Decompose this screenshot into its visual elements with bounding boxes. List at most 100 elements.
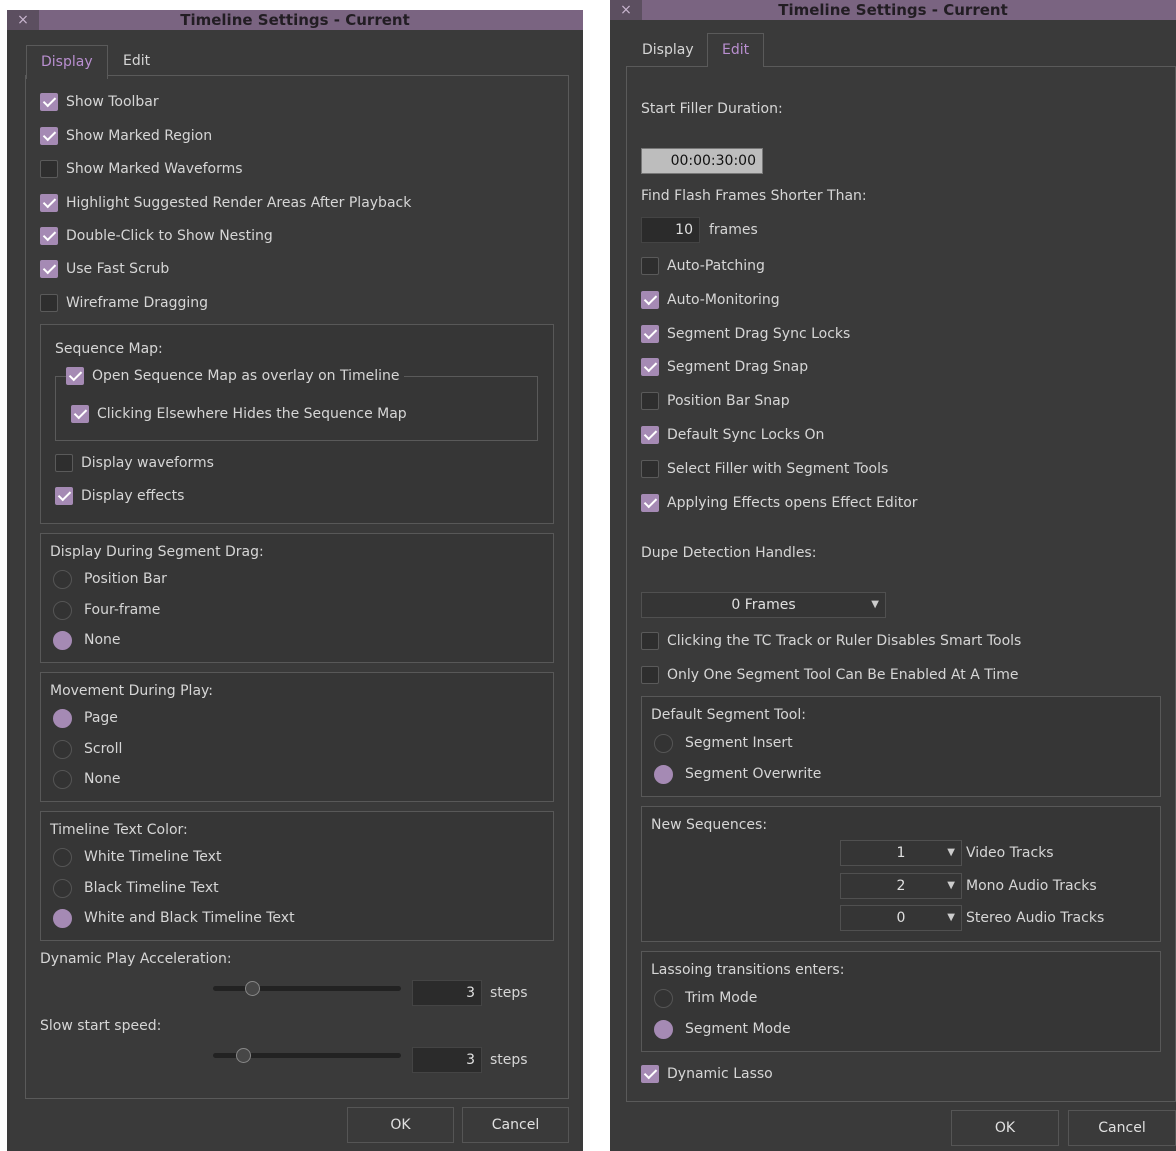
window-title: Timeline Settings - Current: [7, 10, 583, 30]
radio-page[interactable]: Page: [53, 707, 118, 729]
select-value: 2: [896, 878, 906, 894]
flash-frames-field[interactable]: 10: [641, 217, 700, 243]
position-bar-snap-checkbox[interactable]: Position Bar Snap: [641, 390, 790, 412]
checkbox-icon: [641, 632, 659, 650]
one-segment-tool-checkbox[interactable]: Only One Segment Tool Can Be Enabled At …: [641, 664, 1019, 686]
checkbox-label: Double-Click to Show Nesting: [66, 228, 273, 244]
radio-label: White Timeline Text: [84, 849, 222, 865]
ok-button[interactable]: OK: [951, 1110, 1059, 1146]
checkbox-label: Open Sequence Map as overlay on Timeline: [92, 368, 400, 384]
text-color-title: Timeline Text Color:: [50, 822, 188, 838]
close-icon[interactable]: ×: [7, 10, 39, 30]
flash-frames-unit: frames: [709, 222, 758, 238]
segment-drag-snap-checkbox[interactable]: Segment Drag Snap: [641, 356, 808, 378]
display-effects-checkbox[interactable]: Display effects: [55, 485, 184, 507]
double-click-nesting-checkbox[interactable]: Double-Click to Show Nesting: [40, 225, 273, 247]
tab-edit[interactable]: Edit: [707, 33, 765, 67]
checkbox-icon: [40, 160, 58, 178]
checkbox-label: Clicking Elsewhere Hides the Sequence Ma…: [97, 406, 407, 422]
show-toolbar-checkbox[interactable]: Show Toolbar: [40, 91, 159, 113]
checkbox-label: Auto-Monitoring: [667, 292, 780, 308]
start-filler-timecode-field[interactable]: 00:00:30:00: [641, 148, 763, 174]
checkbox-icon: [641, 291, 659, 309]
radio-label: Scroll: [84, 741, 123, 757]
hides-sequence-map-checkbox[interactable]: Clicking Elsewhere Hides the Sequence Ma…: [71, 403, 407, 425]
radio-black-text[interactable]: Black Timeline Text: [53, 877, 219, 899]
slow-start-steps-field[interactable]: 3: [412, 1047, 482, 1073]
dynamic-play-label: Dynamic Play Acceleration:: [40, 951, 232, 967]
dropdown-arrow-icon: ▼: [871, 599, 879, 610]
slow-start-unit: steps: [490, 1052, 528, 1068]
tab-edit[interactable]: Edit: [109, 45, 164, 79]
mono-audio-tracks-select[interactable]: 2 ▼: [840, 873, 962, 899]
show-marked-waveforms-checkbox[interactable]: Show Marked Waveforms: [40, 158, 243, 180]
radio-scroll[interactable]: Scroll: [53, 738, 122, 760]
select-value: 1: [896, 845, 906, 861]
radio-icon: [654, 733, 673, 753]
radio-icon: [53, 908, 72, 928]
dynamic-lasso-checkbox[interactable]: Dynamic Lasso: [641, 1063, 773, 1085]
sequence-map-title: Sequence Map:: [55, 341, 163, 357]
stereo-audio-tracks-select[interactable]: 0 ▼: [840, 905, 962, 931]
checkbox-label: Use Fast Scrub: [66, 261, 170, 277]
radio-icon: [654, 1019, 673, 1039]
checkbox-icon: [40, 227, 58, 245]
checkbox-label: Applying Effects opens Effect Editor: [667, 495, 918, 511]
checkbox-label: Auto-Patching: [667, 258, 765, 274]
checkbox-label: Dynamic Lasso: [667, 1066, 773, 1082]
radio-segment-mode[interactable]: Segment Mode: [654, 1018, 791, 1040]
radio-icon: [53, 847, 72, 867]
display-waveforms-checkbox[interactable]: Display waveforms: [55, 452, 214, 474]
checkbox-label: Display waveforms: [81, 455, 214, 471]
cancel-button[interactable]: Cancel: [462, 1107, 569, 1143]
checkbox-icon: [55, 487, 73, 505]
segment-drag-sync-locks-checkbox[interactable]: Segment Drag Sync Locks: [641, 323, 850, 345]
checkbox-icon: [641, 460, 659, 478]
radio-position-bar[interactable]: Position Bar: [53, 568, 167, 590]
ok-button[interactable]: OK: [347, 1107, 454, 1143]
dynamic-play-slider-knob[interactable]: [245, 981, 260, 996]
radio-icon: [654, 988, 673, 1008]
dynamic-play-slider[interactable]: [213, 986, 401, 991]
radio-trim-mode[interactable]: Trim Mode: [654, 987, 757, 1009]
radio-segment-insert[interactable]: Segment Insert: [654, 732, 793, 754]
radio-none-drag[interactable]: None: [53, 629, 121, 651]
auto-monitoring-checkbox[interactable]: Auto-Monitoring: [641, 289, 780, 311]
radio-label: Segment Insert: [685, 735, 793, 751]
radio-label: None: [84, 771, 121, 787]
slow-start-slider-knob[interactable]: [236, 1048, 251, 1063]
radio-white-black-text[interactable]: White and Black Timeline Text: [53, 907, 295, 929]
cancel-button[interactable]: Cancel: [1068, 1110, 1176, 1146]
radio-white-text[interactable]: White Timeline Text: [53, 846, 221, 868]
effects-opens-editor-checkbox[interactable]: Applying Effects opens Effect Editor: [641, 492, 918, 514]
radio-none-movement[interactable]: None: [53, 768, 121, 790]
radio-four-frame[interactable]: Four-frame: [53, 599, 160, 621]
highlight-render-areas-checkbox[interactable]: Highlight Suggested Render Areas After P…: [40, 192, 411, 214]
default-sync-locks-checkbox[interactable]: Default Sync Locks On: [641, 424, 824, 446]
checkbox-label: Segment Drag Sync Locks: [667, 326, 851, 342]
auto-patching-checkbox[interactable]: Auto-Patching: [641, 255, 765, 277]
stereo-audio-tracks-label: Stereo Audio Tracks: [966, 910, 1105, 926]
tab-display[interactable]: Display: [26, 45, 108, 79]
close-icon[interactable]: ×: [610, 0, 642, 20]
checkbox-label: Default Sync Locks On: [667, 427, 825, 443]
checkbox-label: Position Bar Snap: [667, 393, 790, 409]
checkbox-label: Select Filler with Segment Tools: [667, 461, 889, 477]
radio-segment-overwrite[interactable]: Segment Overwrite: [654, 763, 821, 785]
fast-scrub-checkbox[interactable]: Use Fast Scrub: [40, 258, 169, 280]
overlay-checkbox[interactable]: Open Sequence Map as overlay on Timeline: [66, 365, 404, 387]
window-title: Timeline Settings - Current: [610, 0, 1176, 20]
radio-icon: [654, 764, 673, 784]
checkbox-label: Show Toolbar: [66, 94, 159, 110]
wireframe-dragging-checkbox[interactable]: Wireframe Dragging: [40, 292, 208, 314]
video-tracks-select[interactable]: 1 ▼: [840, 840, 962, 866]
show-marked-region-checkbox[interactable]: Show Marked Region: [40, 125, 212, 147]
checkbox-label: Show Marked Region: [66, 128, 213, 144]
checkbox-icon: [641, 1065, 659, 1083]
select-filler-checkbox[interactable]: Select Filler with Segment Tools: [641, 458, 888, 480]
smart-tools-checkbox[interactable]: Clicking the TC Track or Ruler Disables …: [641, 630, 1021, 652]
dupe-detection-select[interactable]: 0 Frames ▼: [641, 592, 886, 618]
tab-display[interactable]: Display: [628, 34, 708, 68]
dynamic-play-steps-field[interactable]: 3: [412, 980, 482, 1006]
checkbox-label: Display effects: [81, 488, 185, 504]
